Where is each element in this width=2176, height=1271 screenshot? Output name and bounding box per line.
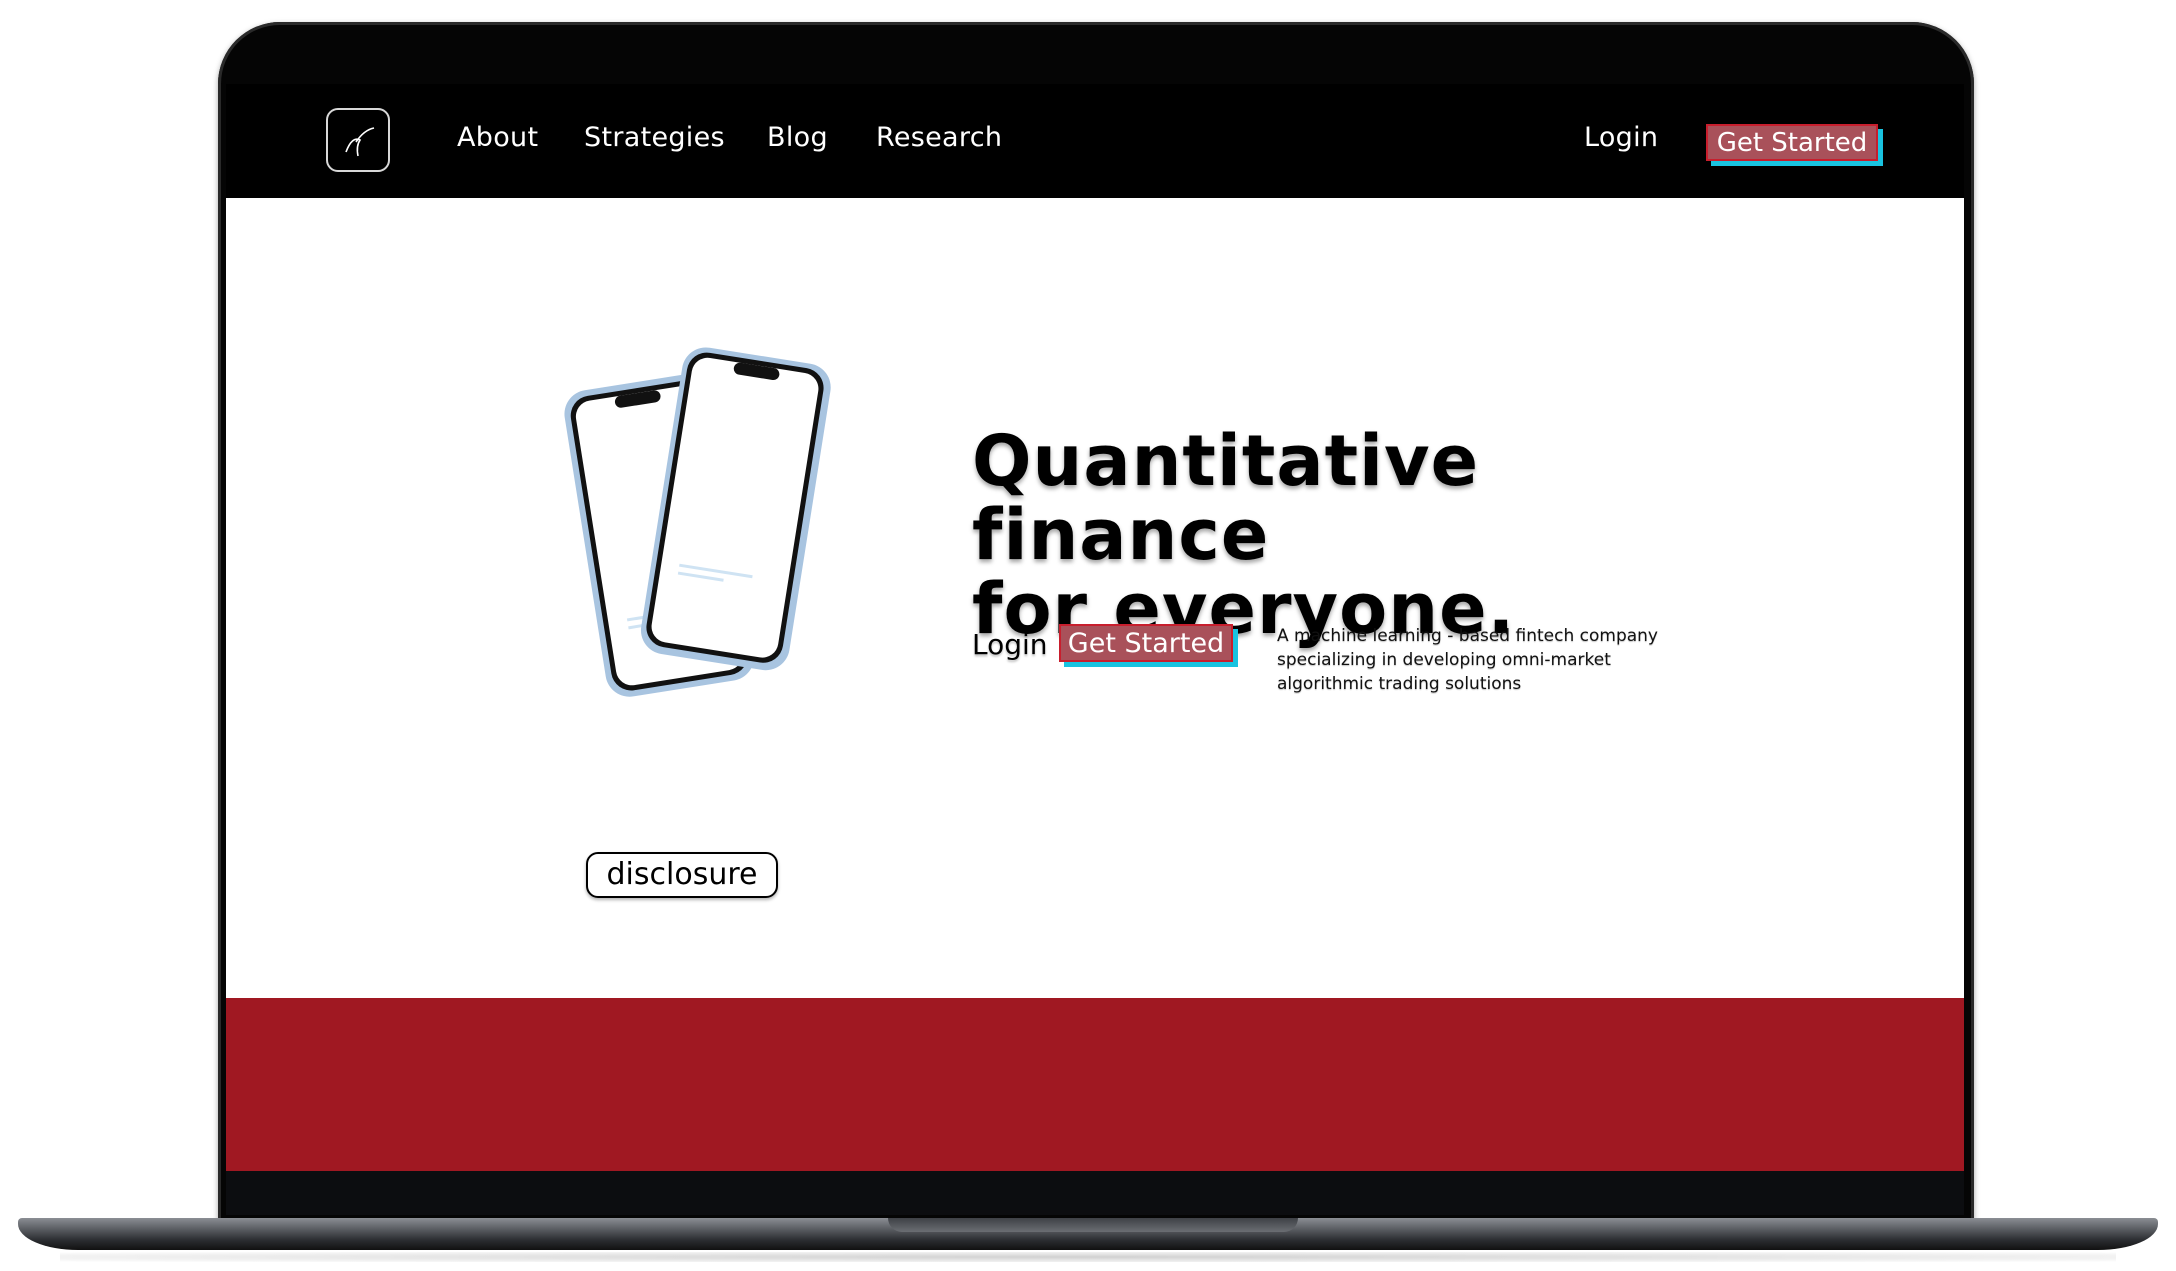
hero-get-started-button[interactable]: Get Started: [1059, 624, 1233, 662]
nav-login-link[interactable]: Login: [1584, 122, 1658, 153]
disclosure-button[interactable]: disclosure: [586, 852, 778, 898]
hero-tagline: A machine learning - based fintech compa…: [1277, 624, 1697, 696]
tagline-line3: algorithmic trading solutions: [1277, 674, 1522, 694]
phone-mockup-image: [564, 347, 831, 697]
nav-link-about[interactable]: About: [457, 122, 538, 153]
tagline-line1: A machine learning - based fintech compa…: [1277, 626, 1658, 646]
website-screen: About Strategies Blog Research Login Get…: [226, 84, 1964, 1171]
nav-link-strategies[interactable]: Strategies: [584, 122, 725, 153]
navbar: About Strategies Blog Research Login Get…: [226, 84, 1964, 198]
hero-title: Quantitative finance for everyone.: [972, 424, 1732, 646]
nav-link-research[interactable]: Research: [876, 122, 1002, 153]
tagline-line2: specializing in developing omni-market: [1277, 650, 1611, 670]
logo-mark-icon[interactable]: [326, 108, 390, 172]
nav-link-blog[interactable]: Blog: [767, 122, 828, 153]
laptop-bottom-bezel: [226, 1171, 1964, 1215]
footer-red-band: [226, 998, 1964, 1171]
nav-get-started-button[interactable]: Get Started: [1706, 124, 1878, 161]
laptop-hinge: [888, 1218, 1298, 1232]
hero-title-line1: Quantitative finance: [972, 420, 1480, 576]
laptop-shadow: [60, 1252, 2116, 1262]
hero-login-link[interactable]: Login: [972, 628, 1048, 661]
